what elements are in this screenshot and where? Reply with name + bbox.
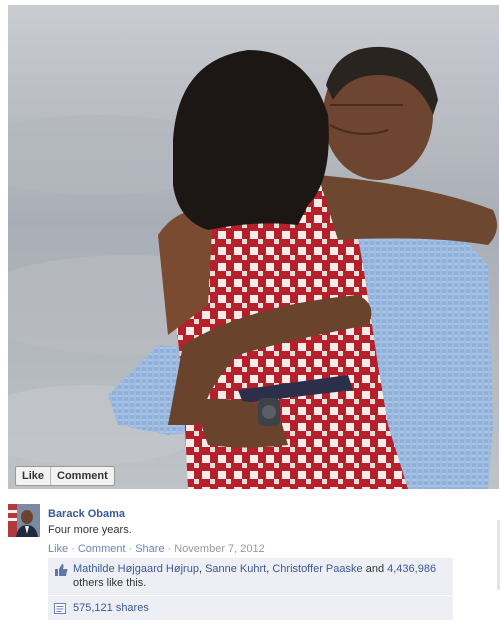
post-photo[interactable] bbox=[8, 5, 499, 489]
photo-comment-button[interactable]: Comment bbox=[50, 467, 114, 485]
shares-summary: 575,121 shares bbox=[48, 595, 453, 620]
author-avatar[interactable] bbox=[8, 504, 40, 537]
likes-suffix: others like this. bbox=[73, 577, 147, 589]
like-link[interactable]: Like bbox=[48, 543, 68, 555]
comment-link[interactable]: Comment bbox=[78, 543, 126, 555]
thumbs-up-icon bbox=[55, 564, 68, 576]
author-name-link[interactable]: Barack Obama bbox=[48, 507, 125, 521]
separator: · bbox=[71, 543, 75, 555]
separator: · bbox=[128, 543, 133, 555]
share-link[interactable]: Share bbox=[135, 543, 164, 555]
post-actions: Like · Comment · Share · November 7, 2012 bbox=[48, 542, 463, 556]
post-message: Four more years. bbox=[48, 524, 132, 536]
liker-name[interactable]: Christoffer Paaske bbox=[272, 563, 362, 575]
photo-like-button[interactable]: Like bbox=[16, 467, 50, 485]
separator: · bbox=[167, 543, 172, 555]
liker-name[interactable]: Mathilde Højgaard Højrup bbox=[73, 563, 199, 575]
shares-count-link[interactable]: 575,121 shares bbox=[73, 602, 149, 614]
photo-action-bar: Like Comment bbox=[15, 466, 115, 486]
post-date-link[interactable]: November 7, 2012 bbox=[174, 543, 265, 555]
feedback-box: Mathilde Højgaard Højrup, Sanne Kuhrt, C… bbox=[48, 558, 453, 620]
photo-image bbox=[8, 5, 499, 489]
share-icon bbox=[54, 603, 66, 614]
likes-count-link[interactable]: 4,436,986 bbox=[387, 563, 436, 575]
liker-name[interactable]: Sanne Kuhrt bbox=[205, 563, 266, 575]
likes-summary: Mathilde Højgaard Højrup, Sanne Kuhrt, C… bbox=[48, 558, 453, 595]
likes-and-word: and bbox=[365, 563, 385, 575]
